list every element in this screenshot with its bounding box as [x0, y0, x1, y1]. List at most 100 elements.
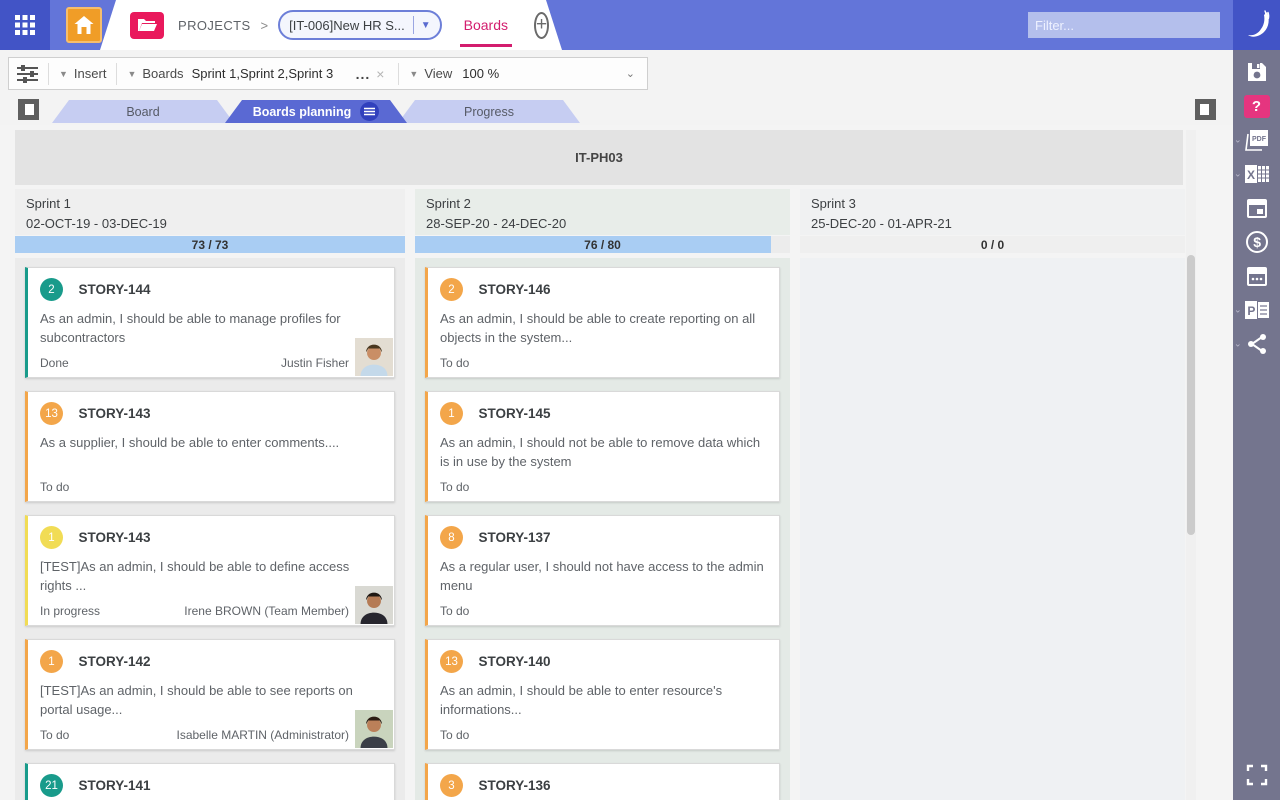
story-id: STORY-143 — [78, 406, 150, 421]
sprint-name: Sprint 2 — [426, 194, 779, 214]
story-status: To do — [440, 480, 469, 494]
budget-button[interactable]: $ — [1233, 225, 1280, 259]
save-icon — [1245, 60, 1269, 84]
calendar-view-button[interactable] — [1233, 191, 1280, 225]
home-button[interactable] — [66, 7, 102, 43]
story-status: To do — [40, 728, 69, 742]
view-menu[interactable]: ▼ View — [409, 66, 452, 81]
tab-bar: Board Boards planning Progress — [0, 95, 1233, 125]
story-points-badge: 1 — [40, 526, 63, 549]
sprint-dates: 02-OCT-19 - 03-DEC-19 — [26, 214, 394, 234]
view-menu-label: View — [424, 66, 452, 81]
sprint-capacity-bar: 73 / 73 — [15, 236, 405, 253]
export-powerpoint-icon: P — [1244, 298, 1270, 322]
story-card[interactable]: 13 STORY-140 As an admin, I should be ab… — [425, 639, 780, 750]
story-card[interactable]: 13 STORY-143 As a supplier, I should be … — [25, 391, 395, 502]
sprint-cards-list: 2 STORY-144 As an admin, I should be abl… — [15, 258, 405, 800]
save-button[interactable] — [1233, 55, 1280, 89]
toggle-left-panel-button[interactable] — [18, 99, 39, 120]
view-options-button[interactable] — [17, 65, 38, 83]
story-description: [TEST]As an admin, I should be able to s… — [40, 682, 382, 720]
right-sidebar: ? ⌄ PDF ⌄ X — [1233, 50, 1280, 800]
fullscreen-button[interactable] — [1233, 758, 1280, 792]
chevron-down-icon: ▼ — [421, 20, 431, 31]
sprint-cards-list — [800, 258, 1185, 800]
story-id: STORY-137 — [478, 530, 550, 545]
share-button[interactable]: ⌄ — [1233, 327, 1280, 361]
export-excel-icon: X — [1244, 162, 1270, 186]
boards-menu[interactable]: ▼ Boards — [127, 66, 183, 81]
story-card[interactable]: 1 STORY-143 [TEST]As an admin, I should … — [25, 515, 395, 626]
story-card[interactable]: 21 STORY-141 As an admin, I should be ab… — [25, 763, 395, 800]
toggle-right-panel-button[interactable] — [1195, 99, 1216, 120]
story-id: STORY-141 — [78, 778, 150, 793]
story-points-badge: 8 — [440, 526, 463, 549]
budget-dollar-icon: $ — [1245, 230, 1269, 254]
fullscreen-icon — [1246, 764, 1268, 786]
tab-board[interactable]: Board — [52, 100, 234, 123]
story-points-badge: 2 — [40, 278, 63, 301]
capacity-label: 0 / 0 — [800, 236, 1185, 253]
toolbar-divider — [398, 63, 399, 85]
svg-text:X: X — [1247, 168, 1255, 182]
toolbar: ▼ Insert ▼ Boards ... × ▼ View 100 % ⌄ — [0, 50, 1233, 95]
story-card[interactable]: 2 STORY-144 As an admin, I should be abl… — [25, 267, 395, 378]
assignee-avatar — [355, 586, 393, 624]
export-powerpoint-button[interactable]: ⌄ P — [1233, 293, 1280, 327]
story-status: To do — [440, 356, 469, 370]
sprint-column-1: Sprint 1 02-OCT-19 - 03-DEC-19 73 / 73 2… — [15, 189, 405, 800]
add-view-button[interactable]: + — [534, 12, 549, 39]
capacity-label: 76 / 80 — [415, 236, 790, 253]
vertical-scrollbar[interactable] — [1186, 130, 1196, 800]
story-points-badge: 21 — [40, 774, 63, 797]
assignee-avatar — [355, 338, 393, 376]
breadcrumb-projects[interactable]: PROJECTS — [178, 18, 251, 33]
toolbar-box: ▼ Insert ▼ Boards ... × ▼ View 100 % ⌄ — [8, 57, 648, 90]
chevron-down-icon: ⌄ — [1234, 339, 1242, 350]
story-card[interactable]: 3 STORY-136 As an admin, I should be abl… — [425, 763, 780, 800]
story-points-badge: 13 — [40, 402, 63, 425]
capacity-label: 73 / 73 — [15, 236, 405, 253]
project-selector-divider — [413, 16, 414, 34]
sprint-column-3: Sprint 3 25-DEC-20 - 01-APR-21 0 / 0 — [800, 189, 1185, 800]
story-card[interactable]: 1 STORY-142 [TEST]As an admin, I should … — [25, 639, 395, 750]
story-card[interactable]: 8 STORY-137 As a regular user, I should … — [425, 515, 780, 626]
export-excel-button[interactable]: ⌄ X — [1233, 157, 1280, 191]
tab-progress[interactable]: Progress — [398, 100, 580, 123]
insert-menu[interactable]: ▼ Insert — [59, 66, 106, 81]
board-area: IT-PH03 Sprint 1 02-OCT-19 - 03-DEC-19 7… — [0, 125, 1233, 800]
boards-more-button[interactable]: ... — [356, 66, 371, 82]
tab-label: Boards planning — [253, 105, 352, 119]
sprint-name: Sprint 1 — [26, 194, 394, 214]
nav-boards-link[interactable]: Boards — [464, 0, 508, 50]
toolbar-divider — [116, 63, 117, 85]
story-description: As an admin, I should not be able to rem… — [440, 434, 767, 472]
story-points-badge: 1 — [440, 402, 463, 425]
story-card[interactable]: 1 STORY-145 As an admin, I should not be… — [425, 391, 780, 502]
scrollbar-thumb[interactable] — [1187, 255, 1195, 535]
export-pdf-button[interactable]: ⌄ PDF — [1233, 123, 1280, 157]
sprint-dates: 28-SEP-20 - 24-DEC-20 — [426, 214, 779, 234]
story-assignee: Isabelle MARTIN (Administrator) — [177, 728, 350, 742]
phase-group-header: IT-PH03 — [15, 130, 1183, 185]
schedule-calendar-icon — [1245, 264, 1269, 288]
help-button[interactable]: ? — [1233, 89, 1280, 123]
filter-input[interactable] — [1028, 12, 1220, 38]
boards-selection-input[interactable] — [192, 66, 350, 81]
project-selector[interactable]: [IT-006]New HR S... ▼ — [278, 10, 442, 40]
svg-text:P: P — [1247, 304, 1255, 318]
zoom-select[interactable]: 100 % ⌄ — [462, 66, 639, 81]
sprint-dates: 25-DEC-20 - 01-APR-21 — [811, 214, 1174, 234]
app-grid-button[interactable] — [0, 0, 50, 50]
schedule-button[interactable] — [1233, 259, 1280, 293]
story-points-badge: 1 — [40, 650, 63, 673]
boards-clear-button[interactable]: × — [376, 66, 384, 82]
projects-folder-icon — [130, 12, 164, 39]
zoom-value: 100 % — [462, 66, 499, 81]
tab-boards-planning[interactable]: Boards planning — [225, 100, 407, 123]
tab-menu-icon[interactable] — [360, 102, 379, 121]
sprint-column-header: Sprint 2 28-SEP-20 - 24-DEC-20 — [415, 189, 790, 235]
svg-text:$: $ — [1253, 234, 1261, 250]
sprint-capacity-bar: 76 / 80 — [415, 236, 790, 253]
story-card[interactable]: 2 STORY-146 As an admin, I should be abl… — [425, 267, 780, 378]
